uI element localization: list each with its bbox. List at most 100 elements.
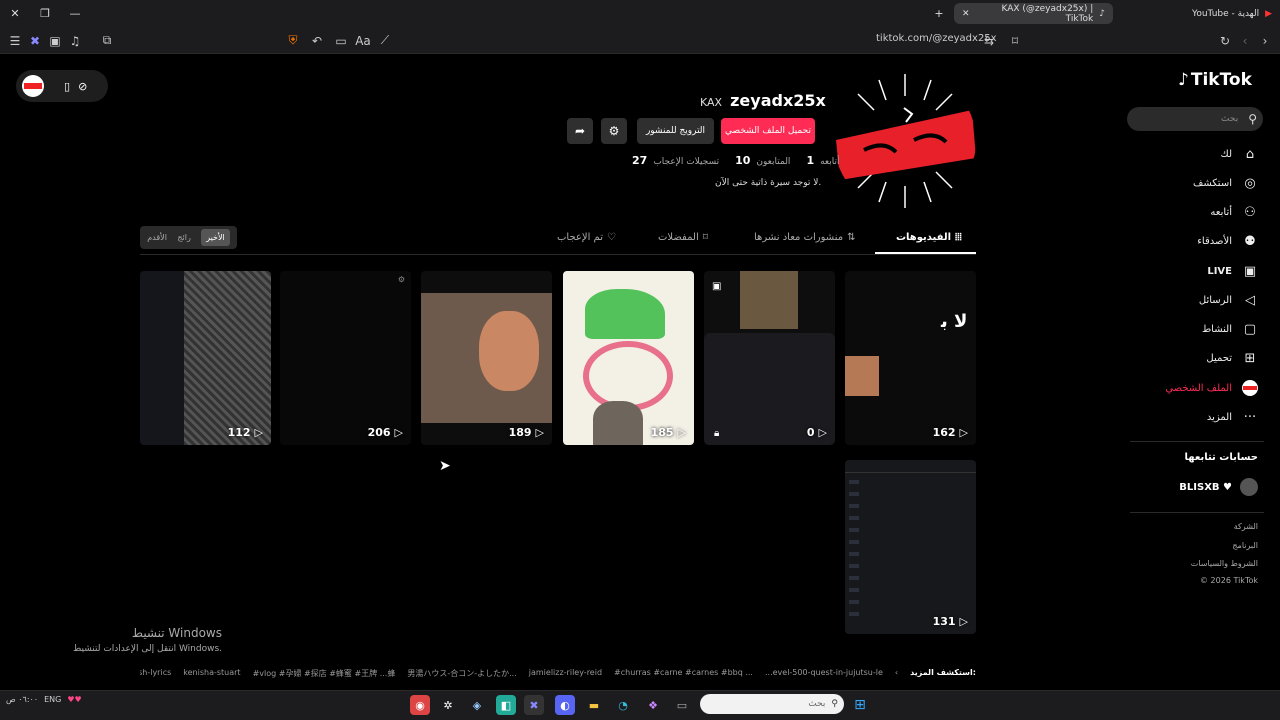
- taskbar-search-input[interactable]: بحث ⚲: [700, 694, 844, 714]
- copilot-icon[interactable]: ❖: [643, 695, 663, 715]
- tab-reposts[interactable]: منشورات معاد نشرها ⇅: [754, 232, 855, 243]
- sidebar-item-live[interactable]: LIVE ▣: [1207, 263, 1258, 279]
- play-icon: ▷: [818, 426, 827, 439]
- sidebar-item-explore[interactable]: استكشف ◎: [1193, 175, 1258, 191]
- video-thumbnail[interactable]: 131 ▷: [845, 460, 976, 634]
- suggestion-link[interactable]: 男湯ハウス-合コン-よしたか...: [407, 668, 516, 682]
- search-input[interactable]: بحث ⚲: [1127, 107, 1263, 131]
- new-tab-icon[interactable]: +: [924, 0, 954, 27]
- settings-icon[interactable]: ⚙: [601, 118, 627, 144]
- reader-icon[interactable]: ▭: [330, 27, 352, 54]
- sidebar-item-following[interactable]: أتابعه ⚇: [1210, 204, 1258, 220]
- following-label: أتابعه: [820, 157, 840, 167]
- x-app-icon[interactable]: ✖: [24, 27, 46, 54]
- share-icon[interactable]: ➦: [567, 118, 593, 144]
- clock[interactable]: ٠٦:٠٠ ص: [6, 695, 38, 704]
- app-avatar-icon[interactable]: ◉: [410, 695, 430, 715]
- following-count[interactable]: 1: [806, 154, 814, 167]
- compass-icon: ◎: [1244, 175, 1256, 191]
- followers-count[interactable]: 10: [735, 154, 750, 167]
- avatar: [22, 75, 44, 97]
- video-thumbnail[interactable]: ⚙ 206 ▷: [280, 271, 411, 445]
- folder-icon[interactable]: ▬: [584, 695, 604, 715]
- video-thumbnail[interactable]: 185 ▷: [563, 271, 694, 445]
- suggestion-link[interactable]: ...evel-500-quest-in-jujutsu-le: [765, 668, 883, 682]
- view-count: 112 ▷: [228, 426, 263, 439]
- tab-favorites[interactable]: المفضلات ⌑: [658, 232, 708, 243]
- back-icon[interactable]: ‹: [1234, 27, 1256, 54]
- restore-window-icon[interactable]: ❐: [30, 0, 60, 27]
- ai-icon[interactable]: ⟋: [374, 27, 396, 54]
- footer-link-program[interactable]: البرنامج: [1232, 541, 1258, 550]
- sort-popular[interactable]: رائج: [177, 233, 190, 242]
- sidebar-item-foryou[interactable]: لك ⌂: [1221, 146, 1258, 162]
- following-account[interactable]: BLISXB ♥: [1179, 478, 1258, 496]
- suggestion-link[interactable]: jamielizz-riley-reid: [529, 668, 602, 682]
- footer-link-company[interactable]: الشركة: [1234, 522, 1258, 531]
- screenshot-icon[interactable]: ⧉: [96, 27, 118, 54]
- suggestion-link[interactable]: kenisha-stuart: [183, 668, 240, 682]
- taskview-icon[interactable]: ▭: [672, 695, 692, 715]
- tab-label: منشورات معاد نشرها: [754, 232, 844, 243]
- edge-icon[interactable]: ◔: [613, 695, 633, 715]
- sidebar-icon[interactable]: ▣: [44, 27, 66, 54]
- x-app-icon[interactable]: ✖: [524, 695, 544, 715]
- translate-icon[interactable]: Aa: [352, 27, 374, 54]
- sidebar-item-messages[interactable]: الرسائل ◁: [1199, 292, 1258, 308]
- sort-latest[interactable]: الأخير: [201, 229, 230, 246]
- site-settings-icon[interactable]: ⇆: [978, 27, 1000, 54]
- search-icon[interactable]: ⚲: [1248, 112, 1257, 126]
- close-tab-icon[interactable]: ✕: [962, 9, 970, 19]
- send-icon: ◁: [1245, 292, 1255, 308]
- tab-liked[interactable]: تم الإعجاب ♡: [557, 232, 616, 243]
- thumb-face: [479, 311, 539, 391]
- profile-avatar[interactable]: [834, 70, 976, 212]
- play-icon: ▷: [254, 426, 263, 439]
- video-thumbnail[interactable]: 189 ▷: [421, 271, 552, 445]
- music-icon[interactable]: ♫: [64, 27, 86, 54]
- tab-tiktok[interactable]: ✕ KAX (@zeyadx25x) | TikTok ♪: [954, 3, 1113, 24]
- play-icon: ▷: [959, 615, 968, 628]
- browser-toolbar: [0, 27, 1280, 54]
- menu-icon[interactable]: ☰: [4, 27, 26, 54]
- reload-icon[interactable]: ↻: [1214, 27, 1236, 54]
- steam-icon[interactable]: ◈: [467, 695, 487, 715]
- suggestion-link[interactable]: #vlog #孕婦 #探店 #蜂蜜 #王牌 ...蜂: [253, 668, 396, 682]
- youtube-favicon-icon: ▶: [1265, 8, 1272, 19]
- minimize-window-icon[interactable]: —: [60, 0, 90, 27]
- tab-videos[interactable]: الفيديوهات ⦙⦙⦙: [896, 232, 962, 243]
- sidebar-item-more[interactable]: المزيد ···: [1207, 409, 1258, 425]
- promote-post-button[interactable]: الترويج للمنشور: [637, 118, 714, 144]
- undo-icon[interactable]: ↶: [306, 27, 328, 54]
- sidebar-item-label: الملف الشخصي: [1165, 382, 1232, 394]
- video-thumbnail[interactable]: 112 ▷: [140, 271, 271, 445]
- windows-start-icon[interactable]: ⊞: [850, 695, 870, 715]
- sort-oldest[interactable]: الأقدم: [147, 233, 167, 242]
- sidebar-item-activity[interactable]: النشاط ▢: [1202, 321, 1258, 337]
- discord-icon[interactable]: ◐: [555, 695, 575, 715]
- close-window-icon[interactable]: ✕: [0, 0, 30, 27]
- video-thumbnail[interactable]: ﻻ ﺑ 162 ▷: [845, 271, 976, 445]
- sidebar-item-upload[interactable]: تحميل ⊞: [1206, 350, 1258, 366]
- game-app-icon[interactable]: ◧: [496, 695, 516, 715]
- chevron-left-icon[interactable]: ‹: [895, 668, 898, 682]
- phone-icon[interactable]: ▯: [64, 80, 70, 93]
- suggestion-link[interactable]: e-ngu-mama-english-lyrics: [140, 668, 171, 682]
- settings-gear-icon[interactable]: ✲: [438, 695, 458, 715]
- forward-icon[interactable]: ›: [1254, 27, 1276, 54]
- edit-profile-button[interactable]: تحميل الملف الشخصي: [721, 118, 815, 144]
- sidebar-item-profile[interactable]: الملف الشخصي: [1165, 380, 1258, 396]
- tab-youtube[interactable]: YouTube - الهدية ▶: [1116, 3, 1280, 24]
- footer-link-terms[interactable]: الشروط والسياسات: [1191, 559, 1258, 568]
- sidebar-item-friends[interactable]: الأصدقاء ⚉: [1197, 233, 1258, 249]
- compass-icon[interactable]: ⊘: [78, 80, 87, 93]
- suggestion-link[interactable]: #churras #carne #carnes #bbq ...: [614, 668, 753, 682]
- brave-shield-icon[interactable]: ⛨: [282, 27, 304, 54]
- video-thumbnail[interactable]: ▣ 🔒︎ 0 ▷: [704, 271, 835, 445]
- sidebar-divider: [1130, 441, 1264, 442]
- language-indicator[interactable]: ENG: [44, 695, 61, 704]
- system-tray: ٠٦:٠٠ ص ENG ♥♥: [6, 695, 82, 704]
- floating-app-widget[interactable]: ▯ ⊘: [16, 70, 108, 102]
- bookmark-icon[interactable]: ⌑: [1004, 27, 1026, 54]
- tiktok-logo[interactable]: ♪ TikTok: [1178, 70, 1252, 90]
